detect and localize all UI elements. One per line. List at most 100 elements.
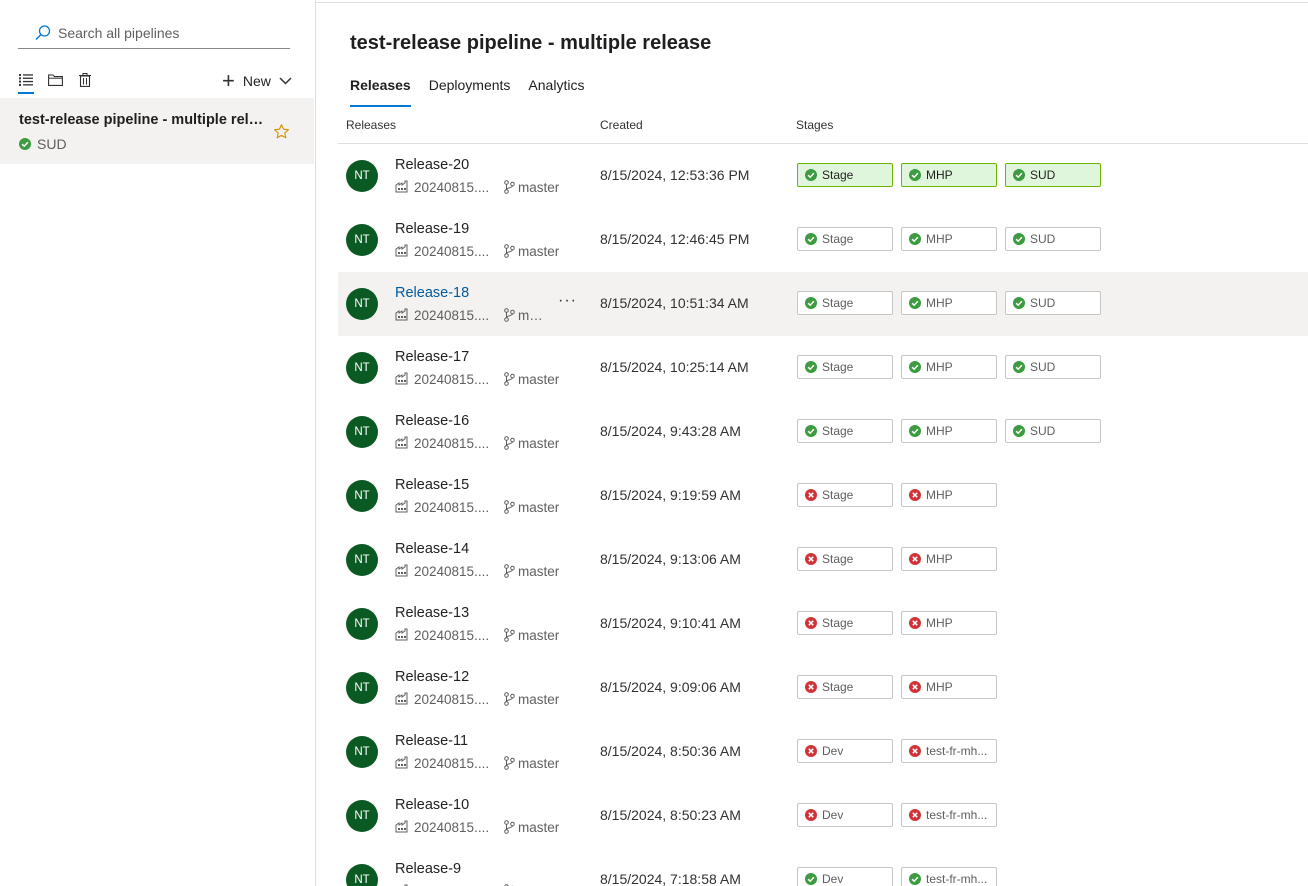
stage-chip[interactable]: MHP	[901, 355, 997, 379]
stage-chip[interactable]: Stage	[797, 483, 893, 507]
tab-deployments[interactable]: Deployments	[429, 76, 511, 107]
pipeline-search-box[interactable]	[18, 18, 290, 49]
release-name-link[interactable]: Release-20	[395, 157, 469, 173]
stage-chip[interactable]: MHP	[901, 227, 997, 251]
branch-name: master	[518, 563, 560, 579]
stage-chip[interactable]: Stage	[797, 675, 893, 699]
branch-name: master	[518, 755, 560, 771]
stage-chip[interactable]: MHP	[901, 419, 997, 443]
stage-chip[interactable]: MHP	[901, 163, 997, 187]
stage-name: Stage	[822, 616, 854, 630]
branch-name: master	[518, 627, 560, 643]
release-row[interactable]: NT Release-16 20240815.... master 8/15/2024,…	[338, 400, 1308, 464]
release-row[interactable]: NT Release-14 20240815.... master 8/15/2024,…	[338, 528, 1308, 592]
success-icon	[1013, 297, 1025, 309]
branch-icon	[504, 692, 515, 706]
branch-icon	[504, 756, 515, 770]
tab-analytics[interactable]: Analytics	[528, 76, 584, 107]
stage-name: Stage	[822, 296, 854, 310]
release-row[interactable]: NT Release-17 20240815.... master 8/15/2024,…	[338, 336, 1308, 400]
stage-chip[interactable]: Stage	[797, 227, 893, 251]
stage-chip[interactable]: test-fr-mh...	[901, 739, 997, 763]
release-row[interactable]: NT Release-13 20240815.... master 8/15/2024,…	[338, 592, 1308, 656]
release-name-link[interactable]: Release-18	[395, 285, 469, 301]
release-name-link[interactable]: Release-11	[395, 733, 468, 749]
release-name-link[interactable]: Release-17	[395, 349, 469, 365]
stage-chip[interactable]: SUD	[1005, 419, 1101, 443]
release-row[interactable]: NT Release-9 20240815....master 8/15/2024, …	[338, 848, 1308, 886]
stage-chip[interactable]: Stage	[797, 547, 893, 571]
stage-name: Dev	[822, 808, 844, 822]
release-name-link[interactable]: Release-15	[395, 477, 469, 493]
stage-name: MHP	[926, 296, 953, 310]
stage-chip[interactable]: test-fr-mh...	[901, 803, 997, 827]
favorite-star-icon[interactable]	[273, 123, 290, 140]
stage-chip[interactable]: Stage	[797, 611, 893, 635]
branch-name: master	[518, 819, 560, 835]
release-artifact-info: 20240815.... master	[395, 178, 559, 196]
releases-main: test-release pipeline - multiple release…	[317, 0, 1308, 886]
column-header-created[interactable]: Created	[600, 118, 643, 132]
release-row[interactable]: NT Release-18 20240815.... master ··· 8/15/20…	[338, 272, 1308, 336]
stage-chip[interactable]: test-fr-mh...	[901, 867, 997, 886]
stage-chip[interactable]: SUD	[1005, 227, 1101, 251]
pipeline-list-item[interactable]: test-release pipeline - multiple release…	[0, 98, 314, 164]
release-name-link[interactable]: Release-12	[395, 669, 469, 685]
release-row[interactable]: NT Release-19 20240815.... master 8/15/2024,…	[338, 208, 1308, 272]
stage-chip[interactable]: SUD	[1005, 355, 1101, 379]
build-icon	[395, 372, 409, 386]
release-name-link[interactable]: Release-10	[395, 797, 469, 813]
stage-chip[interactable]: Dev	[797, 739, 893, 763]
deleted-pipelines-icon[interactable]	[77, 71, 93, 89]
more-actions-icon[interactable]: ···	[558, 292, 577, 310]
branch-name: master	[518, 371, 560, 387]
avatar: NT	[346, 352, 378, 384]
stage-name: MHP	[926, 616, 953, 630]
tab-releases[interactable]: Releases	[350, 76, 411, 107]
stage-name: SUD	[1030, 232, 1056, 246]
pipelines-sidebar: + New test-release pipeline - multiple r…	[0, 0, 316, 886]
new-pipeline-button[interactable]: + New	[222, 68, 292, 94]
stage-chip[interactable]: Stage	[797, 163, 893, 187]
branch-icon	[504, 820, 515, 834]
stage-chip[interactable]: MHP	[901, 675, 997, 699]
release-row[interactable]: NT Release-10 20240815.... master 8/15/2024,…	[338, 784, 1308, 848]
branch-icon	[504, 308, 515, 322]
failed-icon	[805, 617, 817, 629]
stage-chip[interactable]: MHP	[901, 483, 997, 507]
stage-list: Dev test-fr-mh...	[797, 803, 1005, 827]
release-row[interactable]: NT Release-11 20240815.... master 8/15/2024,…	[338, 720, 1308, 784]
release-name-link[interactable]: Release-14	[395, 541, 469, 557]
failed-icon	[805, 681, 817, 693]
stage-name: SUD	[1030, 296, 1056, 310]
stage-chip[interactable]: Dev	[797, 803, 893, 827]
release-name-link[interactable]: Release-16	[395, 413, 469, 429]
failed-icon	[909, 489, 921, 501]
list-view-icon[interactable]	[18, 71, 34, 94]
stage-chip[interactable]: SUD	[1005, 291, 1101, 315]
release-row[interactable]: NT Release-12 20240815.... master 8/15/2024,…	[338, 656, 1308, 720]
release-name-link[interactable]: Release-13	[395, 605, 469, 621]
stage-name: MHP	[926, 552, 953, 566]
release-name-link[interactable]: Release-9	[395, 861, 461, 877]
success-icon	[805, 425, 817, 437]
release-name-link[interactable]: Release-19	[395, 221, 469, 237]
folder-view-icon[interactable]	[47, 71, 63, 89]
column-header-stages[interactable]: Stages	[796, 118, 833, 132]
stage-list: Stage MHP SUD	[797, 419, 1109, 443]
stage-list: Stage MHP	[797, 483, 1005, 507]
failed-icon	[805, 553, 817, 565]
column-header-releases[interactable]: Releases	[346, 118, 396, 132]
stage-chip[interactable]: Dev	[797, 867, 893, 886]
search-input[interactable]	[58, 25, 258, 41]
release-row[interactable]: NT Release-20 20240815.... master 8/15/2024,…	[338, 144, 1308, 208]
stage-chip[interactable]: MHP	[901, 547, 997, 571]
stage-chip[interactable]: SUD	[1005, 163, 1101, 187]
failed-icon	[909, 745, 921, 757]
stage-chip[interactable]: Stage	[797, 355, 893, 379]
stage-chip[interactable]: Stage	[797, 419, 893, 443]
release-row[interactable]: NT Release-15 20240815.... master 8/15/2024,…	[338, 464, 1308, 528]
stage-chip[interactable]: Stage	[797, 291, 893, 315]
stage-chip[interactable]: MHP	[901, 611, 997, 635]
stage-chip[interactable]: MHP	[901, 291, 997, 315]
